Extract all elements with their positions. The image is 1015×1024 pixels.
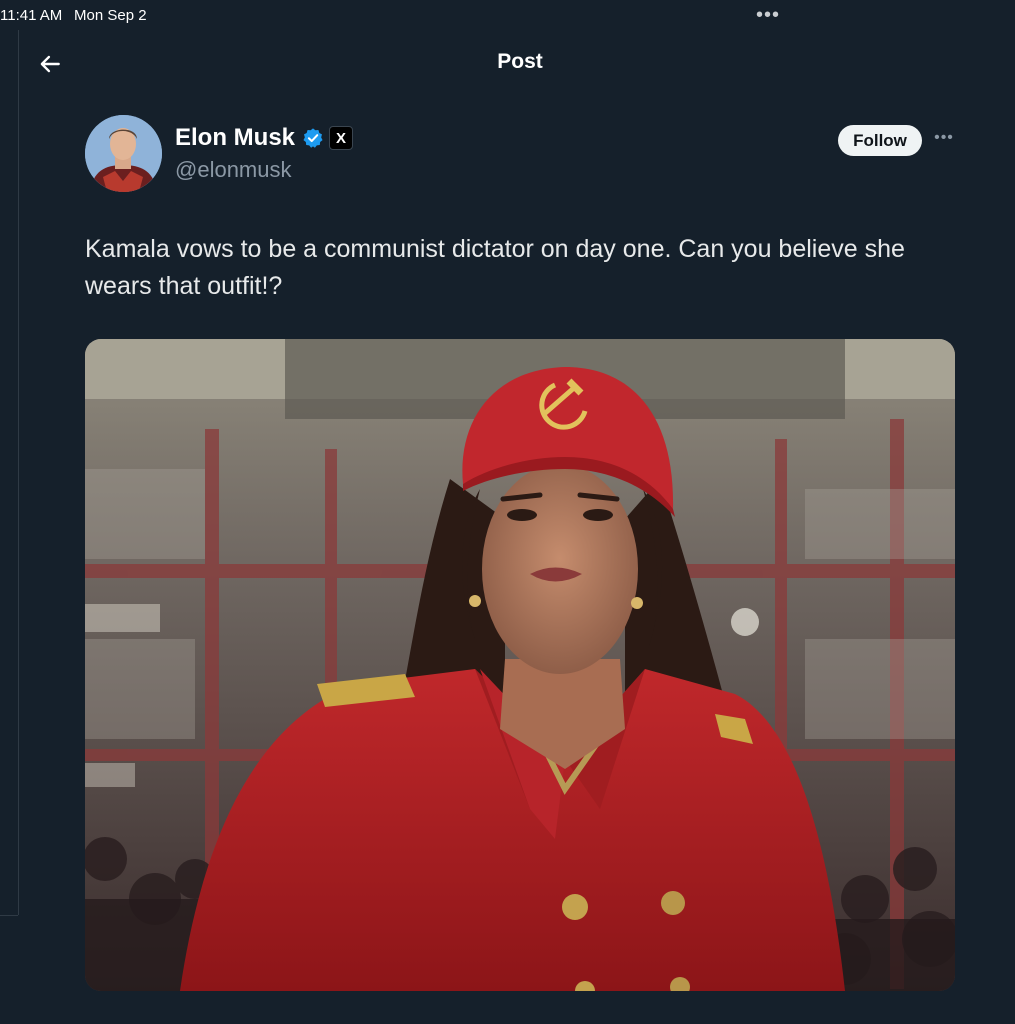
author-handle[interactable]: @elonmusk [175, 157, 292, 183]
author-display-name[interactable]: Elon Musk [175, 124, 295, 152]
multitasking-dots-icon[interactable]: ••• [756, 4, 780, 27]
column-divider-stub [0, 915, 18, 916]
avatar[interactable] [85, 115, 162, 192]
author-name-row: Elon Musk X [175, 124, 354, 152]
status-bar: 11:41 AM Mon Sep 2 ••• [0, 0, 1015, 30]
verified-badge-icon[interactable] [302, 127, 324, 149]
post-header: Post [0, 40, 1015, 86]
post-image[interactable] [85, 339, 955, 991]
more-options-button[interactable]: ••• [930, 129, 958, 149]
status-date: Mon Sep 2 [74, 7, 147, 24]
status-time: 11:41 AM [0, 7, 63, 24]
column-divider [18, 30, 19, 915]
follow-button[interactable]: Follow [838, 125, 922, 156]
page-title: Post [497, 50, 543, 73]
affiliation-x-badge-icon[interactable]: X [329, 126, 354, 150]
post-text: Kamala vows to be a communist dictator o… [85, 235, 905, 300]
